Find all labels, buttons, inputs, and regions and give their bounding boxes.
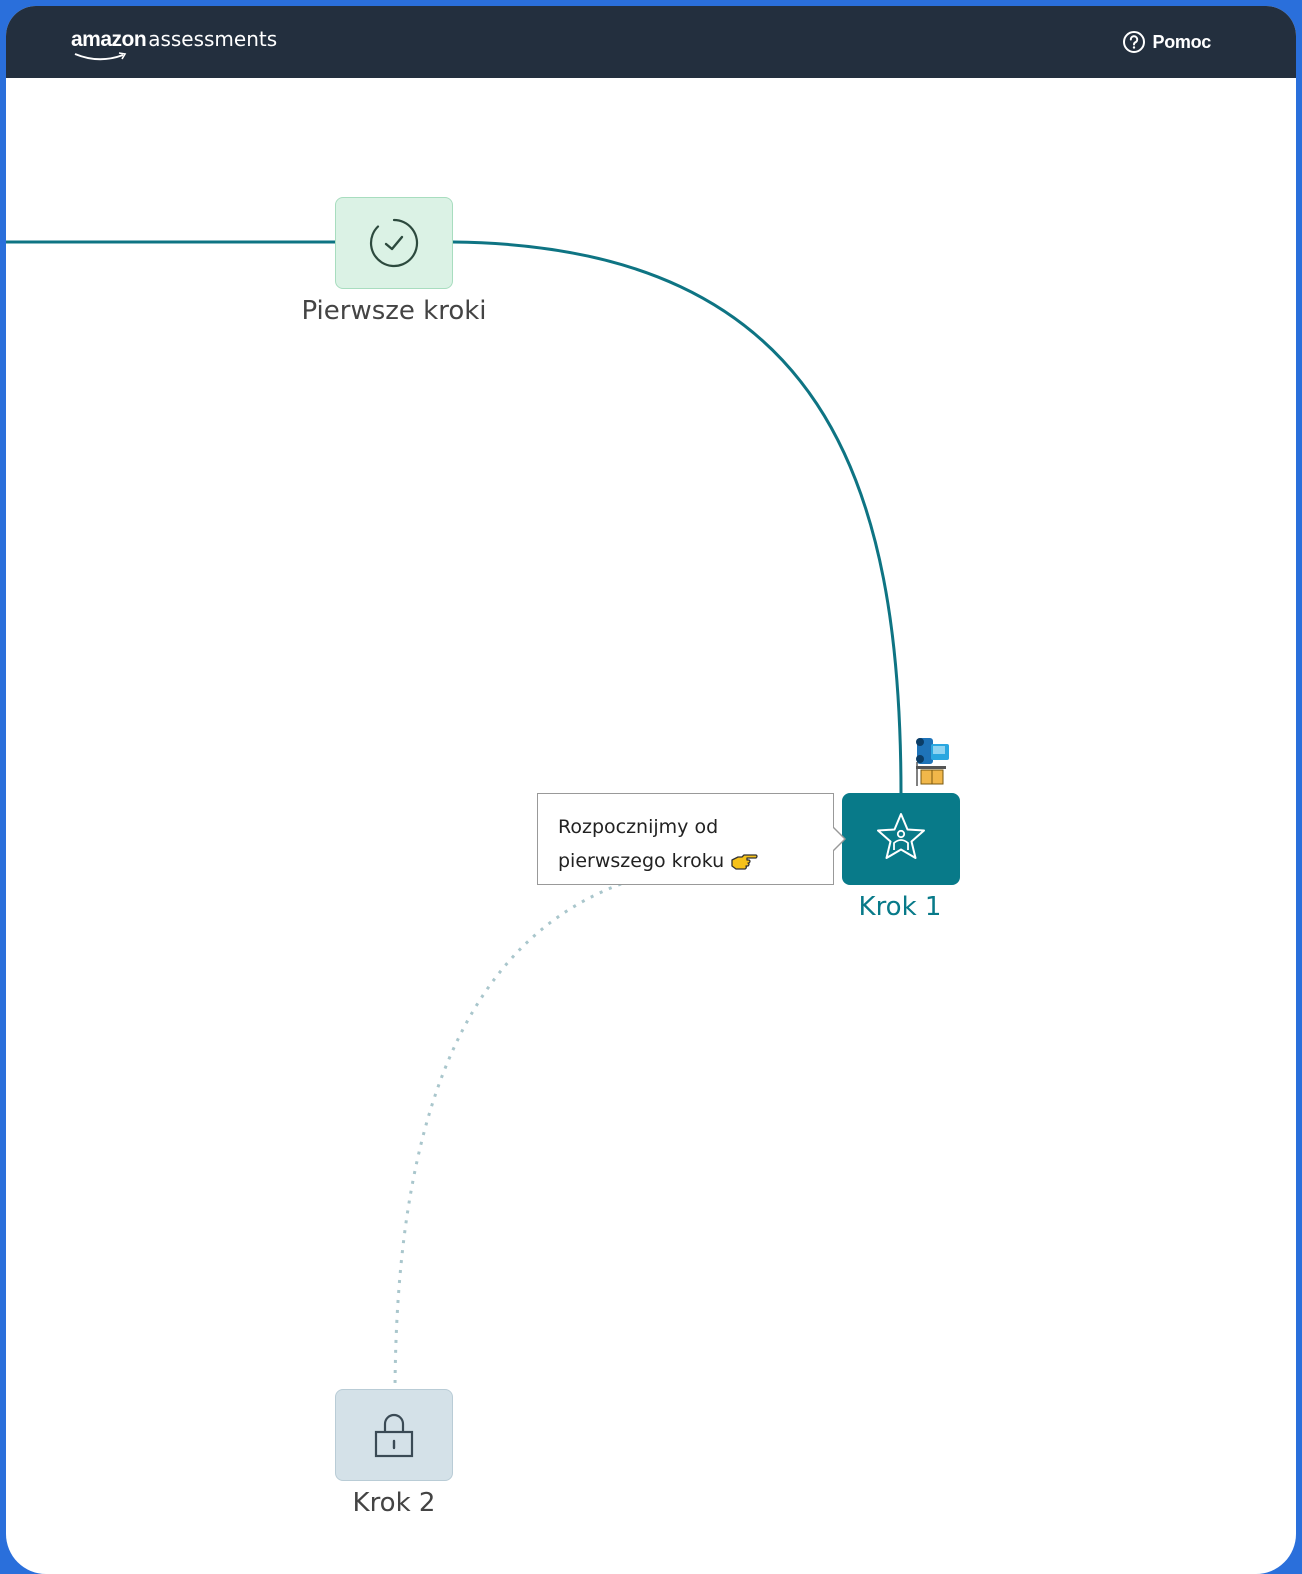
path-connector-krok1-to-krok2-locked [393,882,622,1391]
tooltip-pointer-fill [833,828,844,850]
tooltip-line: Rozpocznijmy od [558,816,719,838]
path-connector-pierwsze-to-krok1 [452,240,903,795]
path-node-label: Krok 1 [858,892,942,922]
check-circle-icon [369,218,419,268]
tooltip-line-with-icon: pierwszego kroku [558,844,813,878]
app-window: amazonassessments Pomoc Pierwsze kroki [6,6,1296,1574]
lock-icon [374,1413,414,1458]
start-here-tooltip: Rozpocznijmy od pierwszego kroku [537,793,834,885]
tooltip-line: pierwszego kroku [558,850,725,872]
path-node-label: Krok 2 [352,1488,436,1518]
learning-path-canvas [6,240,903,1391]
star-person-icon [877,813,925,859]
path-node-pierwsze-kroki[interactable] [335,197,453,289]
truck-icon [916,738,949,786]
pointing-hand-icon [731,853,758,870]
path-node-krok-2-locked[interactable] [335,1389,453,1481]
path-node-label: Pierwsze kroki [301,296,487,326]
path-node-krok-1[interactable] [842,793,960,885]
